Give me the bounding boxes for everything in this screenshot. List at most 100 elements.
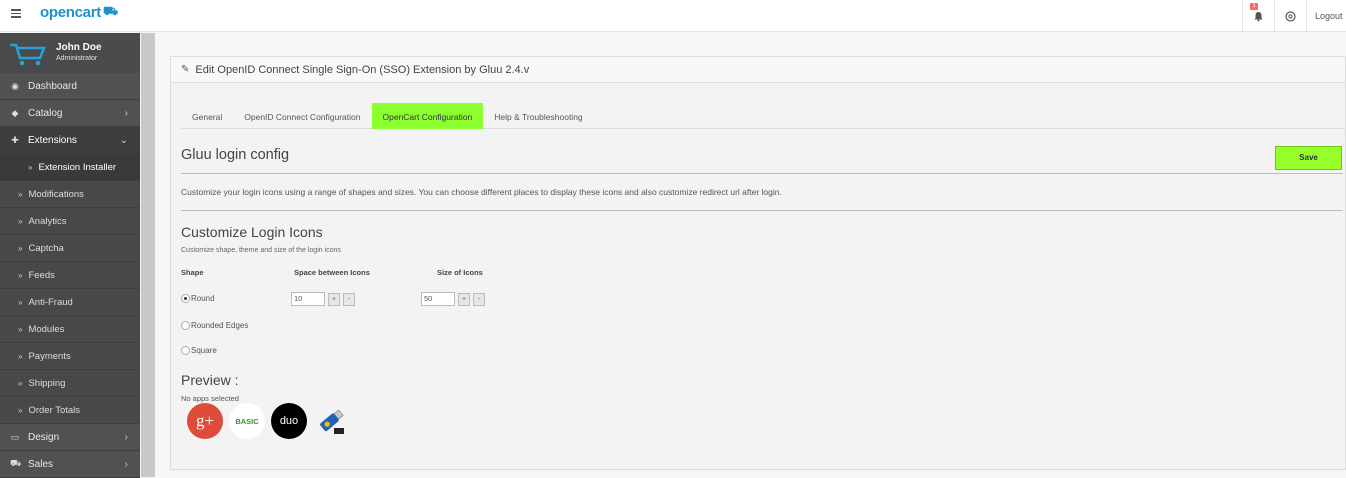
space-input[interactable]: 10 [291,292,325,306]
double-chevron-icon: » [18,216,23,226]
sidebar-subitem-label: Modules [28,323,65,335]
bell-icon [1254,11,1263,21]
space-increase-button[interactable]: + [328,292,340,306]
radio-button[interactable] [181,294,190,303]
save-button[interactable]: Save [1275,146,1342,170]
pencil-icon: ✎ [181,64,190,75]
sidebar: John Doe Administrator ◉ Dashboard ◆ Cat… [0,33,140,478]
section-title: Gluu login config [181,147,290,163]
puzzle-icon: ✚ [11,134,19,145]
menu-toggle-icon[interactable] [8,7,26,25]
double-chevron-icon: » [18,378,23,388]
no-apps-message: No apps selected [181,394,239,403]
sidebar-subitem-captcha[interactable]: » Captcha [0,235,140,262]
shopping-cart-icon: ⛟ [10,458,22,468]
sidebar-item-extensions[interactable]: ✚ Extensions ⌄ [0,127,140,154]
size-input[interactable]: 50 [421,292,455,306]
store-front-button[interactable] [1274,0,1306,32]
user-name: John Doe [56,42,102,53]
shape-option-rounded-edges[interactable]: Rounded Edges [181,321,248,330]
space-decrease-button[interactable]: - [343,292,355,306]
u2f-key-icon[interactable] [313,403,349,439]
sidebar-subitem-label: Extension Installer [38,161,117,173]
shape-label: Shape [181,268,204,277]
double-chevron-icon: » [18,297,23,307]
sidebar-item-label: Sales [28,458,54,470]
sidebar-subitem-label: Analytics [28,215,67,227]
extension-panel: ✎ Edit OpenID Connect Single Sign-On (SS… [170,56,1346,470]
sidebar-subitem-extension-installer[interactable]: » Extension Installer [0,154,140,181]
user-profile[interactable]: John Doe Administrator [0,33,140,73]
radio-button[interactable] [181,321,190,330]
tags-icon: ◆ [11,107,19,118]
radio-label: Square [191,346,217,355]
tab-opencart-configuration[interactable]: OpenCart Configuration [371,103,484,129]
tab-general[interactable]: General [181,103,233,129]
double-chevron-icon: » [18,270,23,280]
sidebar-subitem-label: Shipping [28,377,66,389]
duo-icon[interactable]: duo [271,403,307,439]
size-increase-button[interactable]: + [458,292,470,306]
globe-icon [1285,10,1296,22]
sidebar-scrollbar[interactable] [141,33,155,477]
preview-icons: g+ BASIC duo [187,403,355,439]
notifications-button[interactable]: 1 [1242,0,1274,32]
size-decrease-button[interactable]: - [473,292,485,306]
customize-description: Customize shape, theme and size of the l… [181,247,341,254]
size-stepper: 50 + - [421,292,485,306]
sidebar-item-catalog[interactable]: ◆ Catalog › [0,100,140,127]
google-plus-icon[interactable]: g+ [187,403,223,439]
section-description: Customize your login icons using a range… [181,187,782,197]
sidebar-subitem-order-totals[interactable]: » Order Totals [0,397,140,424]
space-label: Space between Icons [294,268,370,277]
sidebar-subitem-analytics[interactable]: » Analytics [0,208,140,235]
panel-heading: ✎ Edit OpenID Connect Single Sign-On (SS… [171,57,1345,83]
sidebar-subitem-label: Anti-Fraud [28,296,73,308]
cart-avatar-icon [10,43,46,66]
sidebar-item-label: Dashboard [28,80,77,92]
sidebar-item-label: Catalog [28,107,63,119]
notification-badge: 1 [1250,3,1258,10]
radio-button[interactable] [181,346,190,355]
duo-text: duo [279,415,299,427]
television-icon: ▭ [10,431,20,442]
sidebar-item-design[interactable]: ▭ Design › [0,424,140,451]
double-chevron-icon: » [18,351,23,361]
tab-openid-connect-configuration[interactable]: OpenID Connect Configuration [233,103,371,129]
sidebar-item-dashboard[interactable]: ◉ Dashboard [0,73,140,100]
chevron-right-icon: › [124,107,128,119]
sidebar-item-sales[interactable]: ⛟ Sales › [0,451,140,478]
double-chevron-icon: » [18,405,23,415]
shape-option-square[interactable]: Square [181,346,217,355]
chevron-down-icon: ⌄ [119,134,128,146]
top-header: opencart ⛟ 1 Logout [0,0,1346,32]
double-chevron-icon: » [18,324,23,334]
logout-link[interactable]: Logout [1306,0,1346,32]
space-stepper: 10 + - [291,292,355,306]
sidebar-subitem-modules[interactable]: » Modules [0,316,140,343]
sidebar-subitem-anti-fraud[interactable]: » Anti-Fraud [0,289,140,316]
sidebar-item-label: Design [28,431,60,443]
chevron-right-icon: › [124,431,128,443]
sidebar-subitem-feeds[interactable]: » Feeds [0,262,140,289]
panel-title: Edit OpenID Connect Single Sign-On (SSO)… [195,63,530,76]
sidebar-subitem-modifications[interactable]: » Modifications [0,181,140,208]
sidebar-subitem-label: Order Totals [28,404,81,416]
logout-label: Logout [1315,11,1343,21]
double-chevron-icon: » [18,189,23,199]
tab-help-troubleshooting[interactable]: Help & Troubleshooting [483,103,593,129]
sidebar-subitem-label: Payments [28,350,71,362]
radio-label: Rounded Edges [191,321,249,330]
divider [181,210,1343,211]
sidebar-subitem-payments[interactable]: » Payments [0,343,140,370]
sidebar-subitem-shipping[interactable]: » Shipping [0,370,140,397]
sidebar-subitem-label: Modifications [28,188,84,200]
google-plus-text: g+ [195,411,215,430]
sidebar-subitem-label: Feeds [28,269,55,281]
divider [181,173,1343,174]
basic-icon[interactable]: BASIC [229,403,265,439]
basic-text: BASIC [235,416,259,426]
radio-label: Round [191,294,215,303]
opencart-logo[interactable]: opencart ⛟ [40,4,118,21]
shape-option-round[interactable]: Round [181,294,215,303]
